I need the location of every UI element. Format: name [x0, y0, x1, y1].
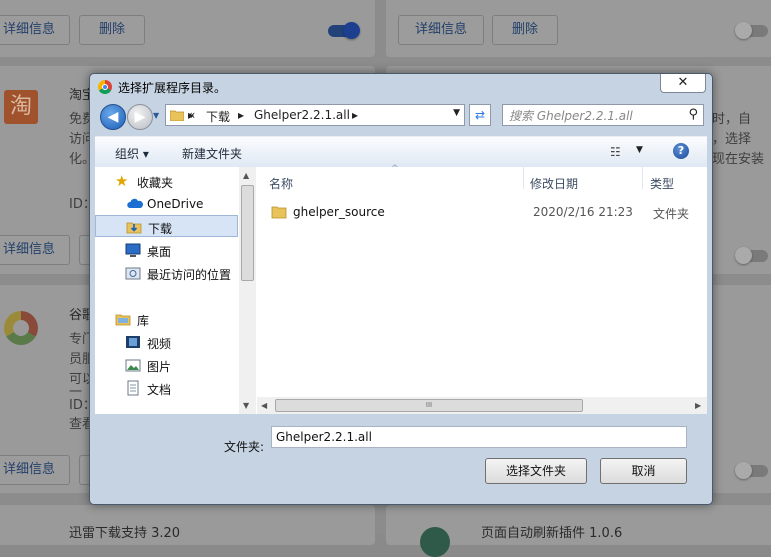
cancel-button[interactable]: 取消 — [600, 458, 687, 484]
nav-item-downloads[interactable]: 下载 — [95, 215, 238, 237]
address-segment-current[interactable]: Ghelper2.2.1.all — [254, 108, 350, 122]
nav-item-label: 文档 — [147, 383, 172, 397]
document-icon — [127, 380, 139, 396]
search-input[interactable] — [507, 106, 681, 126]
column-separator — [642, 167, 643, 189]
nav-item-label: 最近访问的位置 — [147, 268, 232, 282]
view-options-icon[interactable]: ☷ — [610, 145, 621, 159]
enable-toggle[interactable] — [735, 247, 768, 264]
navigation-pane-scrollbar[interactable]: ▲ ▼ — [239, 167, 256, 414]
taobao-logo: 淘 — [4, 90, 38, 124]
scroll-thumb[interactable] — [241, 185, 254, 281]
folder-icon — [271, 206, 287, 219]
nav-item-label: 收藏夹 — [137, 176, 174, 190]
cloud-icon — [127, 198, 143, 208]
extension-desc-line: 时，自 — [712, 112, 752, 127]
back-button[interactable]: ◀ — [100, 104, 126, 130]
select-folder-button[interactable]: 选择文件夹 — [485, 458, 587, 484]
detail-button[interactable]: 详细信息 — [0, 235, 70, 265]
extension-card-bottom-left — [0, 505, 375, 545]
history-dropdown-icon[interactable]: ▼ — [153, 111, 159, 120]
nav-item-videos[interactable]: 视频 — [95, 331, 238, 353]
search-icon[interactable]: ⚲ — [688, 107, 698, 122]
desktop-icon — [125, 243, 141, 257]
star-icon: ★ — [115, 172, 129, 190]
new-folder-button[interactable]: 新建文件夹 — [182, 145, 242, 162]
nav-item-onedrive[interactable]: OneDrive — [95, 193, 238, 215]
enable-toggle[interactable] — [328, 22, 360, 39]
file-list-scrollbar[interactable]: ◀ III ▶ — [257, 397, 707, 414]
navigation-bar: ◀ ▶ ▼ « ▸ 下载 ▸ Ghelper2.2.1.all ▸ ▼ ⇄ ⚲ — [95, 101, 707, 131]
nav-item-desktop[interactable]: 桌面 — [95, 239, 238, 261]
column-separator — [523, 167, 524, 189]
download-folder-icon — [126, 222, 142, 234]
address-bar[interactable]: « ▸ 下载 ▸ Ghelper2.2.1.all ▸ ▼ — [165, 104, 465, 126]
refresh-button[interactable]: ⇄ — [469, 104, 491, 126]
file-row[interactable]: ghelper_source 2020/2/16 21:23 文件夹 — [265, 201, 705, 223]
delete-button[interactable]: 删除 — [79, 15, 145, 45]
view-dropdown-icon[interactable]: ▼ — [636, 145, 643, 155]
navigation-pane: ★ 收藏夹 OneDrive 下载 桌面 最近访问的位置 库 视频 图片 文档 — [95, 167, 245, 414]
folder-icon — [170, 110, 184, 121]
nav-item-libraries[interactable]: 库 — [95, 308, 238, 330]
select-folder-dialog: 选择扩展程序目录。 ✕ ◀ ▶ ▼ « ▸ 下载 ▸ Ghelper2.2.1.… — [89, 73, 713, 505]
command-toolbar: 组织 ▾ 新建文件夹 ☷ ▼ ? — [95, 136, 707, 168]
extension-title: 页面自动刷新插件 1.0.6 — [481, 526, 623, 541]
column-header-modified[interactable]: 修改日期 — [530, 175, 578, 192]
search-box[interactable]: ⚲ — [502, 104, 704, 126]
sort-indicator-icon: ^ — [391, 164, 399, 174]
nav-item-label: 图片 — [147, 360, 172, 374]
enable-toggle[interactable] — [735, 22, 768, 39]
nav-item-recent[interactable]: 最近访问的位置 — [95, 262, 238, 284]
scroll-up-icon[interactable]: ▲ — [243, 171, 249, 180]
file-type: 文件夹 — [653, 207, 690, 221]
dialog-title: 选择扩展程序目录。 — [118, 81, 227, 95]
scroll-thumb[interactable]: III — [275, 399, 583, 412]
detail-button[interactable]: 详细信息 — [0, 15, 70, 45]
picture-icon — [125, 359, 141, 372]
video-icon — [126, 336, 140, 348]
scroll-left-icon[interactable]: ◀ — [261, 401, 267, 410]
organize-menu[interactable]: 组织 ▾ — [115, 145, 149, 162]
address-dropdown-icon[interactable]: ▼ — [453, 108, 460, 118]
delete-button[interactable]: 删除 — [492, 15, 558, 45]
address-separator[interactable]: ▸ — [238, 108, 244, 122]
address-separator[interactable]: ▸ — [352, 108, 358, 122]
nav-item-favorites[interactable]: ★ 收藏夹 — [95, 170, 238, 192]
recent-places-icon — [125, 267, 141, 280]
nav-item-label: 视频 — [147, 337, 172, 351]
file-modified: 2020/2/16 21:23 — [533, 205, 633, 219]
help-icon[interactable]: ? — [673, 143, 689, 159]
enable-toggle[interactable] — [735, 462, 768, 479]
nav-item-documents[interactable]: 文档 — [95, 377, 238, 399]
file-name: ghelper_source — [293, 205, 385, 219]
nav-item-label: 库 — [137, 314, 150, 328]
close-button[interactable]: ✕ — [660, 74, 706, 93]
extension-logo — [420, 527, 450, 557]
address-separator[interactable]: ▸ — [188, 108, 194, 122]
column-header-name[interactable]: 名称 — [269, 175, 293, 192]
folder-name-input[interactable] — [271, 426, 687, 448]
file-list: ^ 名称 修改日期 类型 ghelper_source 2020/2/16 21… — [257, 164, 707, 414]
scroll-down-icon[interactable]: ▼ — [243, 401, 249, 410]
google-logo — [4, 311, 38, 345]
scroll-right-icon[interactable]: ▶ — [695, 401, 701, 410]
chrome-icon — [98, 80, 112, 94]
nav-item-label: 桌面 — [147, 245, 172, 259]
nav-item-label: 下载 — [148, 222, 173, 236]
extension-desc-line: 现在安装 — [712, 152, 765, 167]
address-segment-downloads[interactable]: 下载 — [206, 108, 230, 125]
forward-button[interactable]: ▶ — [127, 104, 153, 130]
detail-button[interactable]: 详细信息 — [398, 15, 484, 45]
library-icon — [115, 314, 131, 326]
extension-title: 迅雷下载支持 3.20 — [69, 526, 181, 541]
detail-button[interactable]: 详细信息 — [0, 455, 70, 485]
dialog-content: ★ 收藏夹 OneDrive 下载 桌面 最近访问的位置 库 视频 图片 文档 … — [95, 164, 707, 414]
column-header-type[interactable]: 类型 — [650, 175, 674, 192]
extension-desc-line: ，选择 — [712, 132, 752, 147]
nav-item-label: OneDrive — [147, 197, 204, 211]
nav-item-pictures[interactable]: 图片 — [95, 354, 238, 376]
folder-label: 文件夹: — [224, 440, 265, 454]
